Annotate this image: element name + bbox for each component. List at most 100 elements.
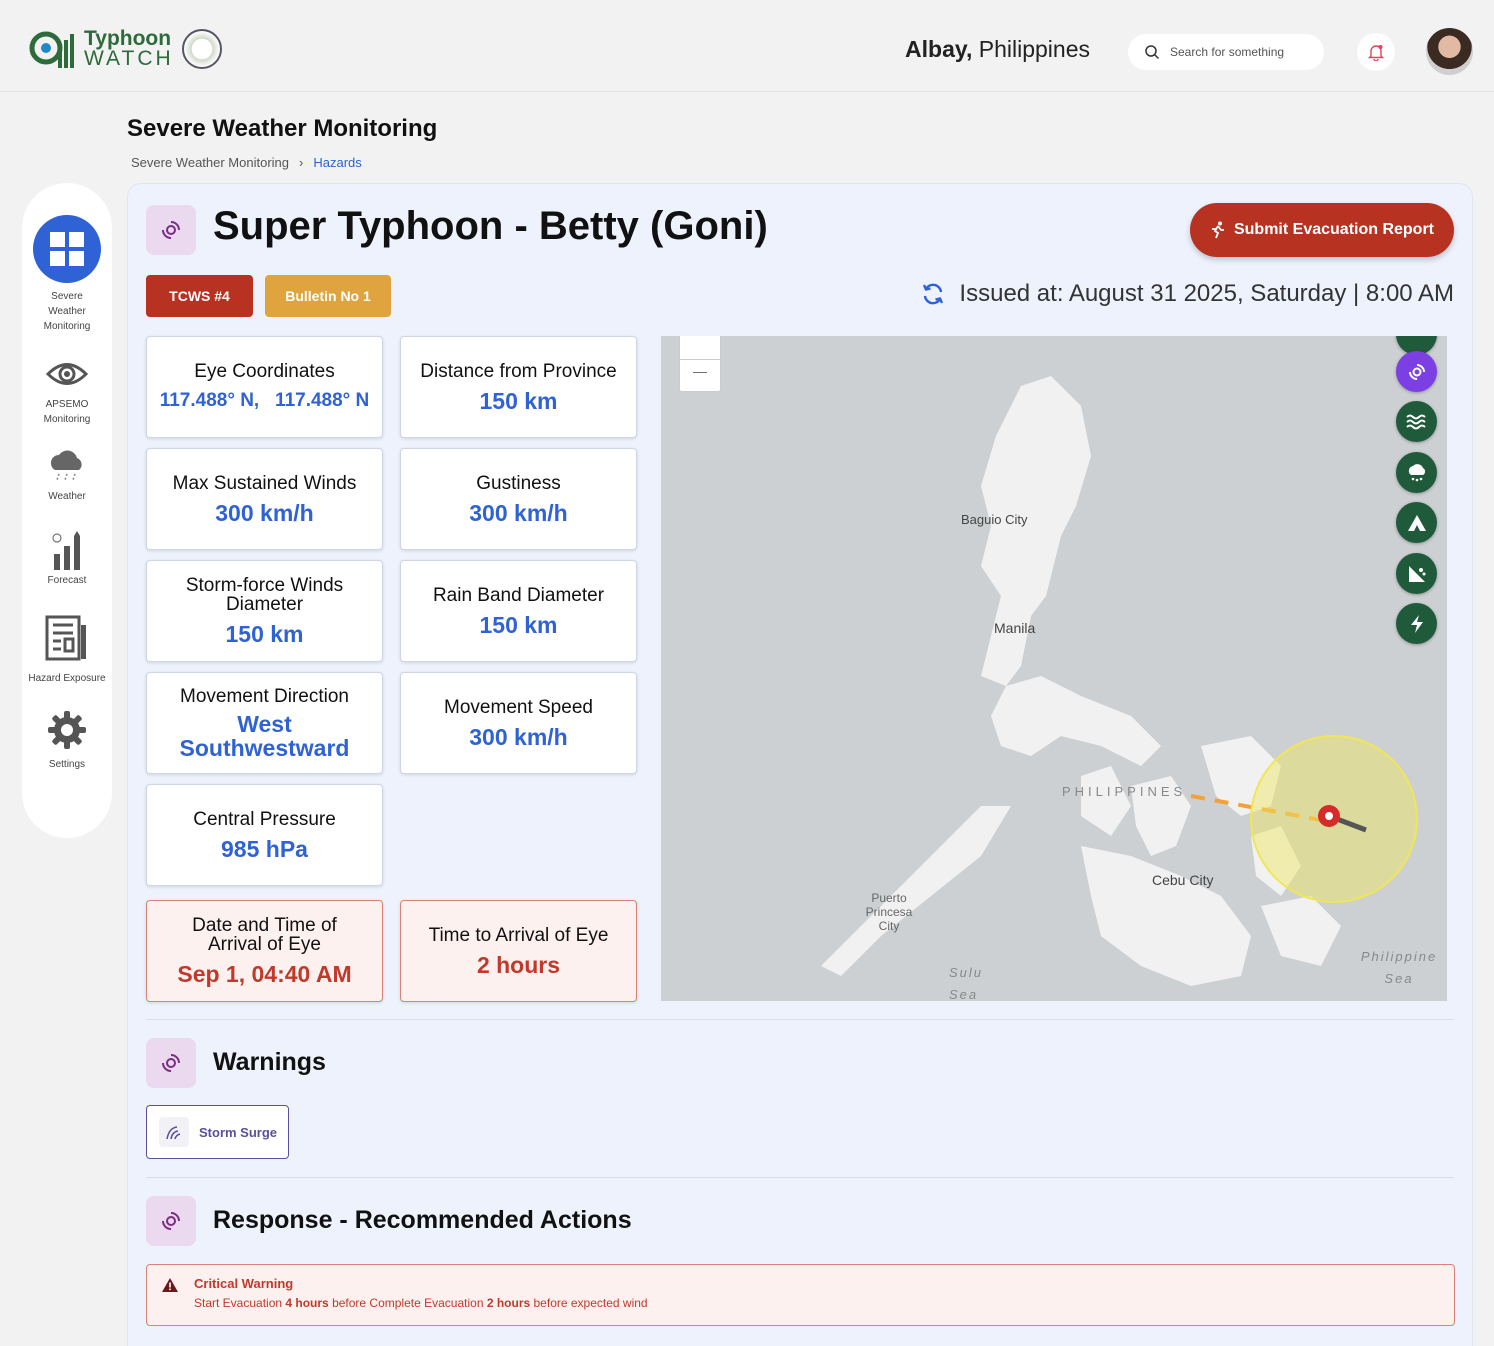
rain-icon <box>1408 463 1425 481</box>
sidebar-item-forecast[interactable]: Forecast <box>22 529 112 588</box>
card-label: Eye Coordinates <box>194 360 335 382</box>
section-divider <box>146 1019 1454 1020</box>
map-land-layer <box>821 376 1418 986</box>
breadcrumb-item-root[interactable]: Severe Weather Monitoring <box>131 155 289 170</box>
sidebar: Severe Weather Monitoring APSEMO Monitor… <box>22 183 112 838</box>
alert-text-part: before Complete Evacuation <box>328 1296 487 1310</box>
sidebar-item-label: Weather <box>48 491 86 502</box>
typhoon-icon <box>1408 363 1425 380</box>
sidebar-item-label: Hazard Exposure <box>28 673 106 684</box>
card-storm-force-winds-diameter: Storm-force Winds Diameter 150 km <box>146 560 383 662</box>
top-bar: Typhoon WATCH Albay, Philippines Search … <box>0 0 1494 92</box>
card-central-pressure: Central Pressure 985 hPa <box>146 784 383 886</box>
evac-button-label: Submit Evacuation Report <box>1233 221 1435 238</box>
zoom-out-button[interactable]: — <box>680 363 720 379</box>
chip-label: Storm Surge <box>199 1124 278 1140</box>
search-input[interactable]: Search for something <box>1128 34 1324 70</box>
sidebar-item-hazard-exposure[interactable]: Hazard Exposure <box>22 613 112 686</box>
card-value: Sep 1, 04:40 AM <box>177 961 352 987</box>
card-value: 2 hours <box>476 951 561 978</box>
critical-warning-title: Critical Warning <box>194 1276 294 1291</box>
card-value: West Southwestward <box>179 710 350 761</box>
storm-surge-chip[interactable]: Storm Surge <box>146 1105 289 1159</box>
hazard-icon <box>1408 565 1425 582</box>
map-layer-flood-button[interactable] <box>1396 401 1437 442</box>
critical-warning-text: Start Evacuation 4 hours before Complete… <box>194 1296 648 1310</box>
rain-cloud-icon <box>22 445 112 487</box>
chevron-right-icon: › <box>299 155 304 170</box>
zoom-divider <box>680 359 720 360</box>
card-label: Movement Direction <box>180 685 349 707</box>
typhoon-icon <box>162 1054 180 1072</box>
refresh-icon[interactable] <box>921 282 945 306</box>
province-label: Albay, Philippines <box>905 36 1090 63</box>
card-label: Storm-force Winds Diameter <box>185 575 344 615</box>
country-name: Philippines <box>978 36 1090 62</box>
card-eye-arrival-datetime: Date and Time of Arrival of Eye Sep 1, 0… <box>146 900 383 1002</box>
card-distance-from-province: Distance from Province 150 km <box>400 336 637 438</box>
storm-title: Super Typhoon - Betty (Goni) <box>213 204 768 248</box>
critical-warning-alert: Critical Warning Start Evacuation 4 hour… <box>146 1264 1455 1326</box>
waves-icon <box>1405 414 1426 429</box>
map-layer-rain-button[interactable] <box>1396 452 1437 493</box>
card-value: 300 km/h <box>469 499 568 526</box>
user-avatar[interactable] <box>1426 28 1473 75</box>
typhoon-track-map[interactable]: — Baguio City Manila PHILIPPINES Cebu Ci… <box>661 336 1447 1001</box>
map-label-baguio: Baguio City <box>961 512 1028 527</box>
gear-icon <box>22 709 112 751</box>
alert-text-part: Start Evacuation <box>194 1296 286 1310</box>
card-value: 117.488° N, 117.488° N <box>159 389 370 411</box>
card-label: Rain Band Diameter <box>432 584 605 606</box>
map-layer-lightning-button[interactable] <box>1396 603 1437 644</box>
card-label: Date and Time of Arrival of Eye <box>192 915 337 955</box>
sidebar-item-label: Settings <box>48 759 86 770</box>
card-label: Movement Speed <box>444 696 593 718</box>
logo-text: Typhoon WATCH <box>84 28 174 69</box>
bell-icon <box>1367 45 1385 61</box>
province-seal-icon <box>181 29 222 69</box>
card-label: Time to Arrival of Eye <box>428 924 609 946</box>
map-label-philippines: PHILIPPINES <box>1062 784 1187 799</box>
sidebar-item-label: APSEMO Monitoring <box>43 399 91 425</box>
typhoon-logo-icon <box>29 31 74 68</box>
breadcrumb: Severe Weather Monitoring › Hazards <box>131 155 362 170</box>
card-label: Distance from Province <box>420 360 617 382</box>
map-zoom-control: — <box>679 336 721 392</box>
map-layer-hazard-button[interactable] <box>1396 553 1437 594</box>
card-gustiness: Gustiness 300 km/h <box>400 448 637 550</box>
card-value: 150 km <box>225 621 304 647</box>
card-value: 150 km <box>479 611 558 638</box>
sidebar-item-apsemo[interactable]: APSEMO Monitoring <box>22 353 112 427</box>
section-divider <box>146 1177 1454 1178</box>
eye-icon <box>22 353 112 395</box>
warnings-title: Warnings <box>213 1048 326 1076</box>
tcws-badge: TCWS #4 <box>146 275 253 317</box>
notifications-button[interactable] <box>1357 33 1395 71</box>
card-time-to-eye-arrival: Time to Arrival of Eye 2 hours <box>400 900 637 1002</box>
map-label-sulu-sea: Sulu Sea <box>949 965 984 1001</box>
map-layer-landslide-button[interactable] <box>1396 502 1437 543</box>
sidebar-item-settings[interactable]: Settings <box>22 709 112 772</box>
sidebar-item-label: Forecast <box>47 575 87 586</box>
page-title: Severe Weather Monitoring <box>127 115 438 142</box>
map-label-puerto-princesa: Puerto Princesa City <box>865 891 913 933</box>
app-logo[interactable]: Typhoon WATCH <box>28 28 222 70</box>
newspaper-icon <box>22 613 112 663</box>
typhoon-icon <box>162 1212 180 1230</box>
issued-text: Issued at: August 31 2025, Saturday | 8:… <box>959 280 1454 307</box>
breadcrumb-item-current[interactable]: Hazards <box>313 155 361 170</box>
running-person-icon <box>1211 221 1224 239</box>
dashboard-grid-icon <box>33 215 101 283</box>
storm-surge-icon <box>159 1117 189 1147</box>
alert-text-part: before expected wind <box>530 1296 648 1310</box>
bulletin-badge: Bulletin No 1 <box>265 275 391 317</box>
province-name: Albay, <box>905 36 973 62</box>
map-layer-typhoon-button[interactable] <box>1396 351 1437 392</box>
sidebar-item-severe-weather[interactable]: Severe Weather Monitoring <box>22 215 112 334</box>
submit-evacuation-report-button[interactable]: Submit Evacuation Report <box>1190 203 1454 257</box>
map-label-philippine-sea: Philippine Sea <box>1360 949 1438 986</box>
card-eye-coordinates: Eye Coordinates 117.488° N, 117.488° N <box>146 336 383 438</box>
sidebar-item-weather[interactable]: Weather <box>22 445 112 504</box>
bar-chart-icon <box>22 529 112 571</box>
card-movement-speed: Movement Speed 300 km/h <box>400 672 637 774</box>
